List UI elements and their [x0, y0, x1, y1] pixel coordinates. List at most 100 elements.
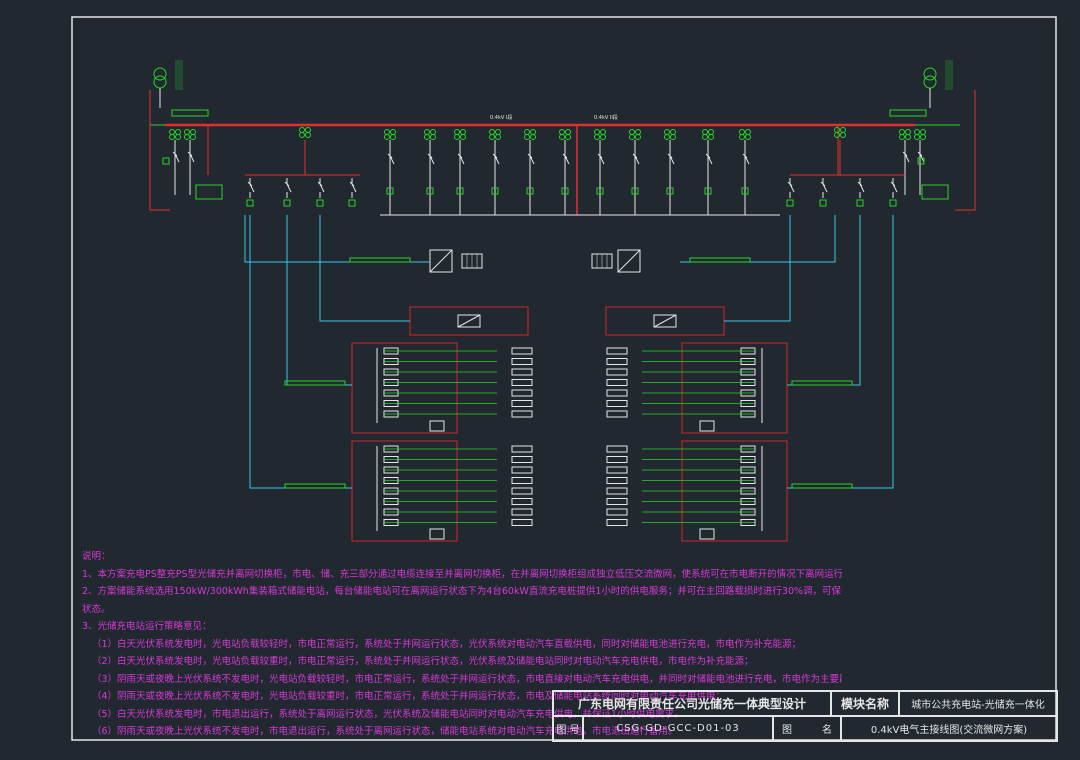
pv-cable-left: [244, 215, 430, 263]
charger-pile: [511, 456, 533, 463]
charger-pile: [606, 445, 628, 453]
storage-cable-left: [319, 215, 410, 322]
ct-group: [169, 134, 175, 140]
ct-group: [565, 129, 571, 135]
ct-group: [664, 134, 670, 140]
cabinet-dc-module: [429, 528, 445, 540]
charger-pile: [606, 347, 628, 355]
ct-group: [424, 129, 430, 135]
ct-group: [739, 129, 745, 135]
ct-group: [745, 129, 751, 135]
feeder-meter: [819, 199, 827, 207]
pv-inverter-slash: [429, 249, 453, 273]
ct-group: [702, 134, 708, 140]
ct-group: [708, 129, 714, 135]
charger-cable-right: [787, 215, 861, 386]
incomer-label-box: [921, 184, 949, 200]
charger-pile: [511, 477, 533, 484]
ct-group: [559, 129, 565, 135]
charger-pile: [511, 368, 533, 376]
notes-sub-item: （1）白天光伏系统发电时，光电站负载较轻时，市电正常运行，系统处于并网运行状态，…: [92, 638, 802, 650]
ct-group: [489, 134, 495, 140]
ct-group: [524, 129, 530, 135]
feeder-meter: [786, 199, 794, 207]
drawing-name-label: 图 名: [773, 716, 841, 741]
ct-group: [739, 134, 745, 140]
drawing-name-label-char: 图: [782, 725, 792, 736]
ct-group: [454, 129, 460, 135]
ct-group: [840, 132, 846, 138]
ct-group: [840, 127, 846, 133]
storage-cable-right: [724, 215, 791, 322]
ct-group: [430, 129, 436, 135]
ct-group: [184, 129, 190, 135]
feeder-meter: [348, 199, 356, 207]
feeder-meter: [246, 199, 254, 207]
notes-item: 状态。: [82, 603, 111, 615]
charger-pile: [511, 379, 533, 386]
cabinet-dc-module: [699, 420, 715, 432]
charger-pile: [606, 379, 628, 386]
converter-slash: [457, 314, 481, 328]
company-name: 广东电网有限责任公司光储充一体典型设计: [553, 691, 831, 716]
charging-cabinet: [351, 342, 458, 434]
charger-pile: [606, 477, 628, 484]
cable-label: [791, 483, 853, 489]
drawing-name-label-char: 名: [822, 725, 832, 736]
title-block: 广东电网有限责任公司光储充一体典型设计 模块名称 城市公共充电站-光储充一体化 …: [552, 690, 1058, 742]
drawing-number-label: 图 号: [553, 716, 583, 741]
converter-slash: [653, 314, 677, 328]
ct-group: [834, 127, 840, 133]
transformer-winding: [153, 75, 167, 89]
notes-sub-item: （3）阴雨天或夜晚上光伏系统不发电时，光电站负载较轻时，市电正常运行，系统处于并…: [92, 673, 842, 685]
charger-pile: [606, 487, 628, 495]
ct-group: [299, 132, 305, 138]
ct-group: [424, 134, 430, 140]
ct-group: [430, 134, 436, 140]
ct-group: [594, 134, 600, 140]
ct-group: [664, 129, 670, 135]
charger-pile: [606, 400, 628, 407]
charger-pile: [606, 358, 628, 365]
module-name-label: 模块名称: [831, 691, 899, 716]
ct-group: [635, 134, 641, 140]
ct-group: [629, 129, 635, 135]
cable-label: [689, 257, 751, 263]
ct-group: [454, 134, 460, 140]
ct-group: [594, 129, 600, 135]
charger-pile: [511, 347, 533, 355]
bus-label-i: 0.4kV I段: [490, 114, 512, 121]
charger-pile: [511, 487, 533, 495]
cabinet-dc-module: [429, 420, 445, 432]
meter-box: [162, 157, 170, 165]
pv-inverter-slash: [617, 249, 641, 273]
ct-group: [914, 129, 920, 135]
ct-group: [600, 129, 606, 135]
cable-label: [791, 380, 853, 386]
drawing-number: CSG-GD-GCC-D01-03: [583, 716, 773, 741]
ct-group: [190, 129, 196, 135]
ct-group: [184, 134, 190, 140]
ct-group: [384, 129, 390, 135]
ct-group: [495, 134, 501, 140]
ct-group: [914, 134, 920, 140]
charger-pile: [606, 519, 628, 526]
cable-label: [284, 380, 346, 386]
ct-group: [495, 129, 501, 135]
ct-group: [905, 129, 911, 135]
ct-group: [920, 134, 926, 140]
notes-title: 说明：: [82, 551, 111, 562]
pv-cable-right: [680, 215, 836, 263]
ct-group: [299, 127, 305, 133]
charger-pile: [511, 498, 533, 505]
notes-item: 3、光储充电站运行策略意见：: [82, 621, 212, 632]
ct-group: [390, 134, 396, 140]
notes-item: 2、方案储能系统选用150kW/300kWh集装箱式储能电站，每台储能电站可在离…: [82, 586, 842, 597]
ct-group: [305, 127, 311, 133]
ct-group: [629, 134, 635, 140]
ct-group: [305, 132, 311, 138]
drawing-name: 0.4kV电气主接线图(交流微网方案): [841, 716, 1057, 741]
ct-group: [460, 134, 466, 140]
ct-group: [708, 134, 714, 140]
ct-group: [175, 129, 181, 135]
